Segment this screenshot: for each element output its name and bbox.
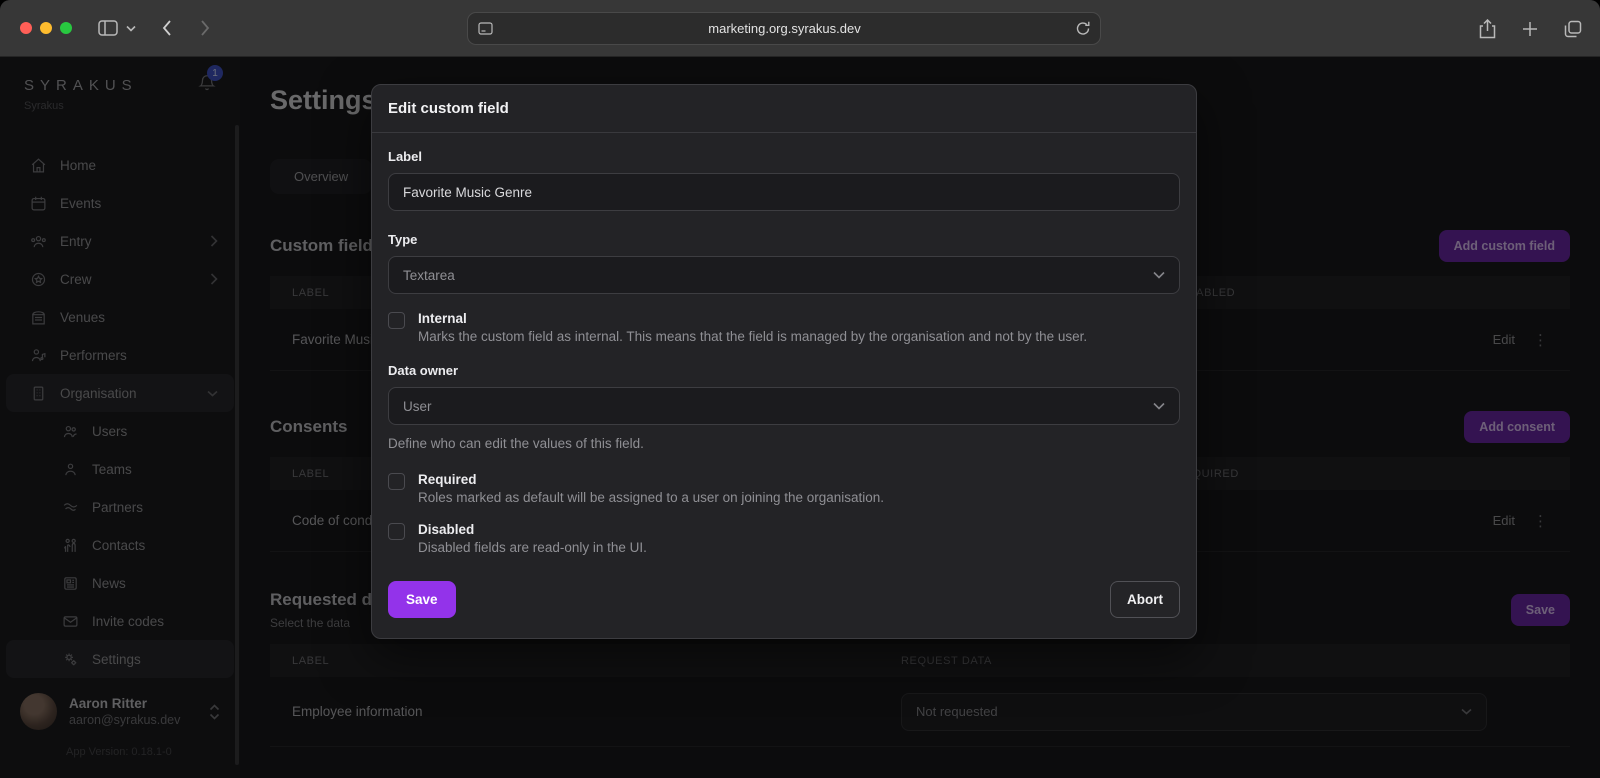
chevron-down-icon [1153,271,1165,279]
disabled-description: Disabled fields are read-only in the UI. [418,540,647,555]
share-icon[interactable] [1479,19,1496,39]
label-input[interactable]: Favorite Music Genre [388,173,1180,211]
close-window-button[interactable] [20,22,32,34]
required-description: Roles marked as default will be assigned… [418,490,884,505]
required-checkbox-row: Required Roles marked as default will be… [388,472,1180,505]
data-owner-help: Define who can edit the values of this f… [388,436,1180,451]
type-select-value: Textarea [403,268,455,283]
type-field-label: Type [388,232,1180,247]
internal-checkbox-row: Internal Marks the custom field as inter… [388,311,1180,344]
address-bar[interactable]: marketing.org.syrakus.dev [467,12,1101,45]
sidebar-toggle-icon[interactable] [98,20,118,36]
disabled-checkbox[interactable] [388,523,405,540]
url-text: marketing.org.syrakus.dev [493,21,1076,36]
zoom-window-button[interactable] [60,22,72,34]
disabled-checkbox-row: Disabled Disabled fields are read-only i… [388,522,1180,555]
edit-custom-field-modal: Edit custom field Label Favorite Music G… [371,84,1197,639]
back-button[interactable] [162,20,172,36]
disabled-label: Disabled [418,522,647,537]
tab-overview-icon[interactable] [1564,20,1582,38]
internal-description: Marks the custom field as internal. This… [418,329,1087,344]
modal-title: Edit custom field [372,85,1196,133]
browser-window: marketing.org.syrakus.dev SYRAKUS Syraku… [0,0,1600,778]
modal-abort-button[interactable]: Abort [1110,581,1180,618]
forward-button[interactable] [200,20,210,36]
required-label: Required [418,472,884,487]
page-format-icon[interactable] [478,22,493,35]
minimize-window-button[interactable] [40,22,52,34]
chevron-down-icon [1153,402,1165,410]
required-checkbox[interactable] [388,473,405,490]
data-owner-select-value: User [403,399,432,414]
data-owner-field-label: Data owner [388,363,1180,378]
browser-toolbar: marketing.org.syrakus.dev [0,0,1600,57]
label-field-label: Label [388,149,1180,164]
modal-save-button[interactable]: Save [388,581,456,618]
new-tab-icon[interactable] [1522,21,1538,37]
sidebar-menu-chevron-icon[interactable] [126,25,136,32]
data-owner-select[interactable]: User [388,387,1180,425]
window-controls [20,22,72,34]
internal-label: Internal [418,311,1087,326]
internal-checkbox[interactable] [388,312,405,329]
label-input-value: Favorite Music Genre [403,185,532,200]
reload-icon[interactable] [1076,21,1090,36]
type-select[interactable]: Textarea [388,256,1180,294]
